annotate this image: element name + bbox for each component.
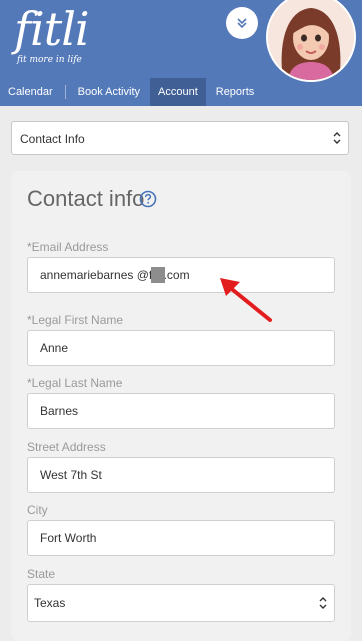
nav-account[interactable]: Account [150,78,206,106]
street-address-field[interactable]: West 7th St [27,457,335,493]
tagline: fit more in life [17,55,82,65]
chevron-up-down-icon [319,597,327,609]
nav-calendar[interactable]: Calendar [0,78,61,106]
question-circle-icon[interactable] [139,190,157,208]
app-header: fitli fit more in life Calendar Book Act… [0,0,362,106]
state-select-value: Texas [34,596,66,610]
logo[interactable]: fitli [14,0,90,58]
section-select-value: Contact Info [20,132,85,146]
email-label: *Email Address [27,240,109,254]
street-address-label: Street Address [27,440,106,454]
nav-reports[interactable]: Reports [208,78,263,106]
nav-divider [64,85,66,99]
last-name-label: *Legal Last Name [27,376,123,390]
last-name-field[interactable]: Barnes [27,393,335,429]
collapse-menu-button[interactable] [226,7,258,39]
user-avatar-illustration [268,0,354,80]
first-name-label: *Legal First Name [27,313,124,327]
state-select[interactable]: Texas [27,584,335,622]
redaction-block [151,267,165,283]
email-field[interactable]: annemariebarnes @fitli.com [27,257,335,293]
section-select[interactable]: Contact Info [11,121,349,155]
nav-book-activity[interactable]: Book Activity [70,78,148,106]
chevron-double-down-icon [237,18,247,29]
page-title: Contact info [27,186,145,211]
annotation-arrow-icon [220,278,272,322]
avatar[interactable] [266,0,356,82]
city-field[interactable]: Fort Worth [27,520,335,556]
main-nav: Calendar Book Activity Account Reports [0,78,362,106]
state-label: State [27,567,56,581]
city-label: City [27,503,48,517]
first-name-field[interactable]: Anne [27,330,335,366]
chevron-up-down-icon [333,132,341,144]
